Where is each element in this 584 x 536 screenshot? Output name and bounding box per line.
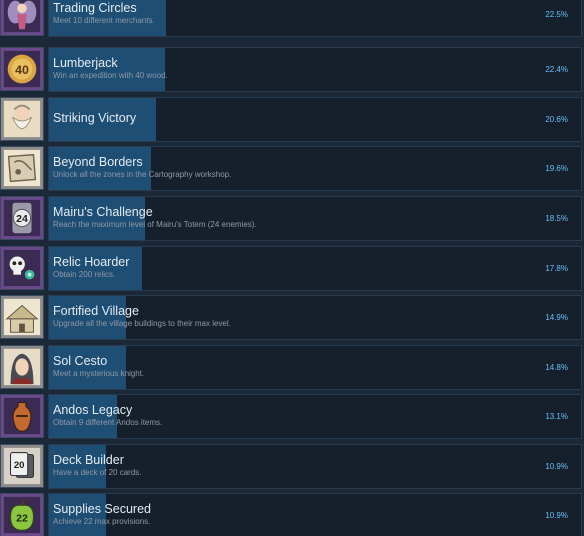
- achievement-description: Meet a mysterious knight.: [53, 369, 145, 378]
- achievement-card: Andos Legacy Obtain 9 different Andos it…: [48, 394, 582, 439]
- achievement-card: Trading Circles Meet 10 different mercha…: [48, 0, 582, 37]
- achievement-row[interactable]: Fortified Village Upgrade all the villag…: [0, 295, 584, 341]
- hooded-knight-icon: [0, 345, 44, 389]
- achievement-card: Deck Builder Have a deck of 20 cards. 10…: [48, 444, 582, 489]
- bearded-old-man-icon: [0, 97, 44, 141]
- achievement-card: Striking Victory 20.6%: [48, 97, 582, 142]
- wood-40-badge-icon: 40: [0, 47, 44, 91]
- achievement-title: Mairu's Challenge: [53, 205, 153, 219]
- achievement-title: Supplies Secured: [53, 502, 151, 516]
- achievement-title: Relic Hoarder: [53, 255, 130, 269]
- achievement-description: Win an expedition with 40 wood.: [53, 71, 168, 80]
- unlock-percentage: 10.9%: [545, 511, 568, 520]
- achievement-row[interactable]: Beyond Borders Unlock all the zones in t…: [0, 146, 584, 192]
- achievement-row[interactable]: Andos Legacy Obtain 9 different Andos it…: [0, 394, 584, 440]
- achievement-card: Supplies Secured Achieve 22 max provisio…: [48, 493, 582, 536]
- achievement-description: Unlock all the zones in the Cartography …: [53, 170, 232, 179]
- achievement-title: Beyond Borders: [53, 155, 143, 169]
- achievement-row[interactable]: 20 Deck Builder Have a deck of 20 cards.…: [0, 444, 584, 490]
- unlock-percentage: 14.9%: [545, 313, 568, 322]
- svg-text:22: 22: [16, 513, 28, 525]
- achievement-title: Striking Victory: [53, 111, 137, 125]
- achievement-description: Have a deck of 20 cards.: [53, 468, 142, 477]
- achievement-title: Sol Cesto: [53, 354, 108, 368]
- totem-24-icon: 24: [0, 196, 44, 240]
- achievement-row[interactable]: Striking Victory 20.6%: [0, 97, 584, 143]
- achievement-row[interactable]: 40 Lumberjack Win an expedition with 40 …: [0, 47, 584, 93]
- achievement-row[interactable]: 24 Mairu's Challenge Reach the maximum l…: [0, 196, 584, 242]
- unlock-percentage: 19.6%: [545, 164, 568, 173]
- svg-text:20: 20: [14, 460, 25, 471]
- achievement-title: Deck Builder: [53, 453, 124, 467]
- achievement-title: Fortified Village: [53, 304, 139, 318]
- achievement-card: Sol Cesto Meet a mysterious knight. 14.8…: [48, 345, 582, 390]
- achievement-card: Lumberjack Win an expedition with 40 woo…: [48, 47, 582, 92]
- unlock-percentage: 14.8%: [545, 363, 568, 372]
- unlock-percentage: 17.8%: [545, 264, 568, 273]
- svg-text:40: 40: [15, 63, 29, 77]
- svg-text:24: 24: [16, 213, 28, 225]
- card-deck-20-icon: 20: [0, 444, 44, 488]
- achievement-description: Obtain 9 different Andos items.: [53, 418, 163, 427]
- achievement-row[interactable]: 22 Supplies Secured Achieve 22 max provi…: [0, 493, 584, 536]
- achievement-description: Obtain 200 relics.: [53, 270, 116, 279]
- fairy-merchant-icon: [0, 0, 44, 36]
- achievement-card: Mairu's Challenge Reach the maximum leve…: [48, 196, 582, 241]
- achievement-card: Relic Hoarder Obtain 200 relics. 17.8%: [48, 246, 582, 291]
- achievement-title: Trading Circles: [53, 1, 137, 15]
- achievement-description: Achieve 22 max provisions.: [53, 517, 151, 526]
- achievement-description: Upgrade all the village buildings to the…: [53, 319, 231, 328]
- village-building-icon: [0, 295, 44, 339]
- achievement-title: Lumberjack: [53, 56, 118, 70]
- achievement-card: Beyond Borders Unlock all the zones in t…: [48, 146, 582, 191]
- amphora-vase-icon: [0, 394, 44, 438]
- unlock-percentage: 22.5%: [545, 10, 568, 19]
- achievement-description: Reach the maximum level of Mairu's Totem…: [53, 220, 257, 229]
- unlock-percentage: 22.4%: [545, 65, 568, 74]
- achievement-card: Fortified Village Upgrade all the villag…: [48, 295, 582, 340]
- map-scroll-icon: [0, 146, 44, 190]
- achievement-list: Trading Circles Meet 10 different mercha…: [0, 0, 584, 536]
- achievement-row[interactable]: Trading Circles Meet 10 different mercha…: [0, 0, 584, 38]
- unlock-percentage: 10.9%: [545, 462, 568, 471]
- achievement-description: Meet 10 different merchants.: [53, 16, 155, 25]
- green-apple-22-icon: 22: [0, 493, 44, 536]
- achievement-title: Andos Legacy: [53, 403, 133, 417]
- unlock-percentage: 20.6%: [545, 115, 568, 124]
- achievement-row[interactable]: Sol Cesto Meet a mysterious knight. 14.8…: [0, 345, 584, 391]
- achievement-row[interactable]: Relic Hoarder Obtain 200 relics. 17.8%: [0, 246, 584, 292]
- unlock-percentage: 13.1%: [545, 412, 568, 421]
- unlock-percentage: 18.5%: [545, 214, 568, 223]
- skull-relic-icon: [0, 246, 44, 290]
